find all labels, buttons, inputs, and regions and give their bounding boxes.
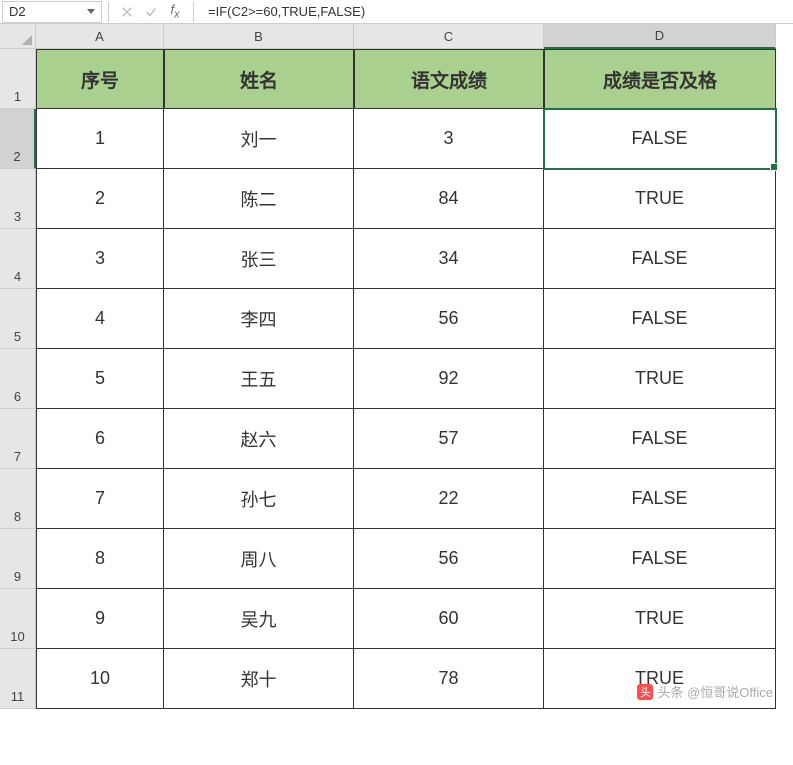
cell-C5[interactable]: 56 xyxy=(354,289,544,349)
row-header-7[interactable]: 7 xyxy=(0,409,36,469)
cancel-formula-button[interactable] xyxy=(115,1,139,23)
cell-B9[interactable]: 周八 xyxy=(164,529,354,589)
row-header-8[interactable]: 8 xyxy=(0,469,36,529)
row-header-4[interactable]: 4 xyxy=(0,229,36,289)
cell-D8[interactable]: FALSE xyxy=(544,469,776,529)
formula-text: =IF(C2>=60,TRUE,FALSE) xyxy=(208,4,365,19)
cell-B2[interactable]: 刘一 xyxy=(164,109,354,169)
select-all-corner[interactable] xyxy=(0,24,36,49)
cell-B3[interactable]: 陈二 xyxy=(164,169,354,229)
cell-C3[interactable]: 84 xyxy=(354,169,544,229)
row-header-1[interactable]: 1 xyxy=(0,49,36,109)
x-icon xyxy=(120,5,134,19)
cell-A9[interactable]: 8 xyxy=(36,529,164,589)
name-box-value: D2 xyxy=(9,4,26,19)
row-header-11[interactable]: 11 xyxy=(0,649,36,709)
formula-input[interactable]: =IF(C2>=60,TRUE,FALSE) xyxy=(200,2,793,21)
cell-A4[interactable]: 3 xyxy=(36,229,164,289)
row-header-3[interactable]: 3 xyxy=(0,169,36,229)
formula-bar: D2 fx =IF(C2>=60,TRUE,FALSE) xyxy=(0,0,793,24)
cell-D2[interactable]: FALSE xyxy=(544,109,776,169)
cell-D10[interactable]: TRUE xyxy=(544,589,776,649)
cell-B8[interactable]: 孙七 xyxy=(164,469,354,529)
name-box[interactable]: D2 xyxy=(2,1,102,23)
watermark-icon: 头 xyxy=(637,684,653,700)
cell-A8[interactable]: 7 xyxy=(36,469,164,529)
cell-D9[interactable]: FALSE xyxy=(544,529,776,589)
cell-A7[interactable]: 6 xyxy=(36,409,164,469)
cell-D3[interactable]: TRUE xyxy=(544,169,776,229)
row-header-9[interactable]: 9 xyxy=(0,529,36,589)
header-cell-D[interactable]: 成绩是否及格 xyxy=(544,49,776,109)
column-header-C[interactable]: C xyxy=(354,24,544,49)
cell-C7[interactable]: 57 xyxy=(354,409,544,469)
cell-A6[interactable]: 5 xyxy=(36,349,164,409)
column-header-A[interactable]: A xyxy=(36,24,164,49)
column-header-B[interactable]: B xyxy=(164,24,354,49)
cell-B6[interactable]: 王五 xyxy=(164,349,354,409)
row-header-5[interactable]: 5 xyxy=(0,289,36,349)
cell-A10[interactable]: 9 xyxy=(36,589,164,649)
confirm-formula-button[interactable] xyxy=(139,1,163,23)
cell-D6[interactable]: TRUE xyxy=(544,349,776,409)
column-header-D[interactable]: D xyxy=(544,24,776,49)
cell-D7[interactable]: FALSE xyxy=(544,409,776,469)
separator xyxy=(108,2,109,22)
cell-B10[interactable]: 吴九 xyxy=(164,589,354,649)
cell-C10[interactable]: 60 xyxy=(354,589,544,649)
fx-icon: fx xyxy=(170,2,179,21)
header-cell-A[interactable]: 序号 xyxy=(36,49,164,109)
cell-C2[interactable]: 3 xyxy=(354,109,544,169)
check-icon xyxy=(144,5,158,19)
row-header-10[interactable]: 10 xyxy=(0,589,36,649)
cell-C11[interactable]: 78 xyxy=(354,649,544,709)
row-header-6[interactable]: 6 xyxy=(0,349,36,409)
header-cell-B[interactable]: 姓名 xyxy=(164,49,354,109)
cell-C6[interactable]: 92 xyxy=(354,349,544,409)
insert-function-button[interactable]: fx xyxy=(163,1,187,23)
cell-C9[interactable]: 56 xyxy=(354,529,544,589)
header-cell-C[interactable]: 语文成绩 xyxy=(354,49,544,109)
watermark: 头 头条 @恒哥说Office xyxy=(637,682,773,701)
cell-A3[interactable]: 2 xyxy=(36,169,164,229)
cell-A2[interactable]: 1 xyxy=(36,109,164,169)
cell-B11[interactable]: 郑十 xyxy=(164,649,354,709)
cell-D5[interactable]: FALSE xyxy=(544,289,776,349)
cell-B4[interactable]: 张三 xyxy=(164,229,354,289)
dropdown-icon[interactable] xyxy=(87,9,95,14)
cell-B7[interactable]: 赵六 xyxy=(164,409,354,469)
cell-C8[interactable]: 22 xyxy=(354,469,544,529)
cell-C4[interactable]: 34 xyxy=(354,229,544,289)
cell-B5[interactable]: 李四 xyxy=(164,289,354,349)
spreadsheet: ABCD1序号姓名语文成绩成绩是否及格21刘一3FALSE32陈二84TRUE4… xyxy=(0,24,793,709)
cell-A11[interactable]: 10 xyxy=(36,649,164,709)
row-header-2[interactable]: 2 xyxy=(0,109,36,169)
cell-D4[interactable]: FALSE xyxy=(544,229,776,289)
cell-A5[interactable]: 4 xyxy=(36,289,164,349)
watermark-text: 头条 @恒哥说Office xyxy=(657,682,773,701)
separator xyxy=(193,2,194,22)
